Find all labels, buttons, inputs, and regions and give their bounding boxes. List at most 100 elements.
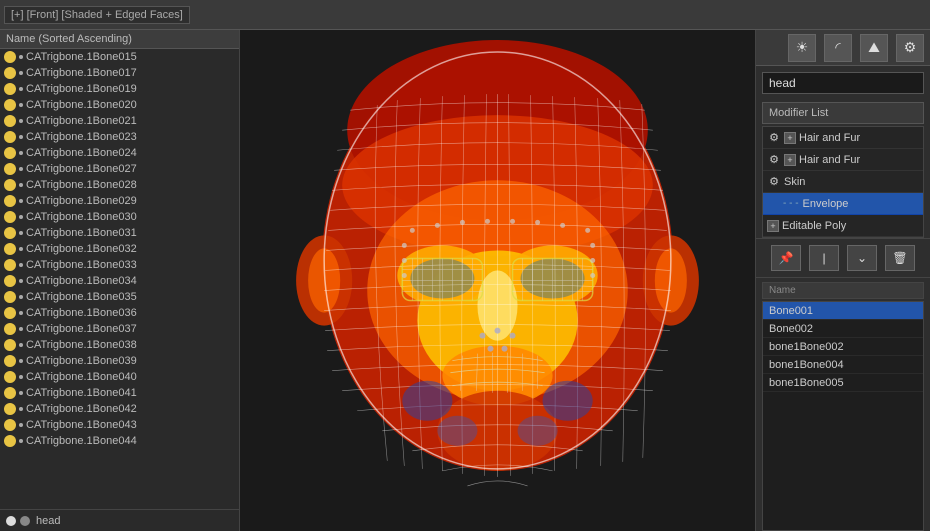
list-item[interactable]: CATrigbone.1Bone037 [0,321,239,337]
list-item[interactable]: CATrigbone.1Bone033 [0,257,239,273]
item-label: CATrigbone.1Bone033 [26,259,137,271]
list-item[interactable]: CATrigbone.1Bone024 [0,145,239,161]
item-dot [19,151,23,155]
item-label: CATrigbone.1Bone017 [26,67,137,79]
list-item[interactable]: CATrigbone.1Bone027 [0,161,239,177]
item-icon [4,99,16,111]
item-dot [19,439,23,443]
item-icon [4,147,16,159]
item-icon [4,179,16,191]
gear-icon-btn[interactable]: ⚙ [896,34,924,62]
list-item[interactable]: CATrigbone.1Bone020 [0,97,239,113]
item-dot [19,279,23,283]
modifier-item-hair-fur-2[interactable]: ⚙ + Hair and Fur [763,149,923,171]
scene-list[interactable]: CATrigbone.1Bone015 CATrigbone.1Bone017 CA… [0,49,239,509]
trash-btn[interactable]: 🗑 [885,245,915,271]
move-btn[interactable]: | [809,245,839,271]
bone-list-item[interactable]: bone1Bone004 [763,356,923,374]
item-dot [19,247,23,251]
item-label: CATrigbone.1Bone037 [26,323,137,335]
list-item[interactable]: CATrigbone.1Bone023 [0,129,239,145]
item-dot [19,135,23,139]
bone-list-item[interactable]: Bone002 [763,320,923,338]
item-dot [19,423,23,427]
viewport[interactable] [240,30,755,531]
object-name-input[interactable] [762,72,924,94]
bone-list-header: Name [762,282,924,299]
item-icon [4,83,16,95]
plus-btn-1[interactable]: + [784,132,796,144]
list-item[interactable]: CATrigbone.1Bone035 [0,289,239,305]
item-label: CATrigbone.1Bone035 [26,291,137,303]
item-icon [4,403,16,415]
list-item[interactable]: CATrigbone.1Bone015 [0,49,239,65]
bone-list-item[interactable]: bone1Bone002 [763,338,923,356]
gear-icon-mod1: ⚙ [767,131,781,145]
item-icon [4,371,16,383]
item-icon [4,355,16,367]
list-item[interactable]: CATrigbone.1Bone039 [0,353,239,369]
rotate-btn[interactable]: ⌄ [847,245,877,271]
modifier-item-editable-poly[interactable]: + Editable Poly [763,215,923,237]
item-label: CATrigbone.1Bone015 [26,51,137,63]
modifier-controls: 📌 | ⌄ 🗑 [756,238,930,278]
list-item[interactable]: CATrigbone.1Bone038 [0,337,239,353]
mountain-icon-btn[interactable]: ⛰ [860,34,888,62]
item-dot [19,407,23,411]
item-label: CATrigbone.1Bone023 [26,131,137,143]
modifier-item-skin[interactable]: ⚙ Skin [763,171,923,193]
dots-icon: - - - [783,198,799,209]
modifier-label-envelope: Envelope [803,198,849,210]
list-item[interactable]: CATrigbone.1Bone019 [0,81,239,97]
plus-btn-2[interactable]: + [784,154,796,166]
bone-label: Bone002 [769,323,813,335]
bone-list-item[interactable]: bone1Bone005 [763,374,923,392]
item-dot [19,263,23,267]
item-label: CATrigbone.1Bone029 [26,195,137,207]
item-dot [19,71,23,75]
viewport-mode-label[interactable]: [+] [Front] [Shaded + Edged Faces] [4,6,190,24]
bottom-status: head [0,509,239,531]
modifier-item-hair-fur-1[interactable]: ⚙ + Hair and Fur [763,127,923,149]
item-dot [19,311,23,315]
list-item[interactable]: CATrigbone.1Bone029 [0,193,239,209]
item-icon [4,211,16,223]
list-item[interactable]: CATrigbone.1Bone021 [0,113,239,129]
list-item[interactable]: CATrigbone.1Bone034 [0,273,239,289]
list-item[interactable]: CATrigbone.1Bone028 [0,177,239,193]
item-icon [4,419,16,431]
item-dot [19,87,23,91]
head-viewport [240,30,755,531]
bone-list[interactable]: Bone001 Bone002 bone1Bone002 bone1Bone004bo… [762,301,924,531]
status-icons [6,516,30,526]
modifier-list-dropdown[interactable]: Modifier List [762,102,924,124]
pin-btn[interactable]: 📌 [771,245,801,271]
sun-icon-btn[interactable]: ☀ [788,34,816,62]
status-name: head [36,515,60,527]
item-icon [4,275,16,287]
modifier-stack: ⚙ + Hair and Fur ⚙ + Hair and Fur ⚙ Skin… [762,126,924,238]
list-item[interactable]: CATrigbone.1Bone043 [0,417,239,433]
list-item[interactable]: CATrigbone.1Bone044 [0,433,239,449]
bone-list-item[interactable]: Bone001 [763,302,923,320]
item-icon [4,131,16,143]
list-item[interactable]: CATrigbone.1Bone032 [0,241,239,257]
arc-icon-btn[interactable]: ◜ [824,34,852,62]
item-dot [19,183,23,187]
plus-btn-poly[interactable]: + [767,220,779,232]
list-item[interactable]: CATrigbone.1Bone041 [0,385,239,401]
item-dot [19,199,23,203]
list-item[interactable]: CATrigbone.1Bone042 [0,401,239,417]
list-item[interactable]: CATrigbone.1Bone017 [0,65,239,81]
item-icon [4,259,16,271]
list-item[interactable]: CATrigbone.1Bone040 [0,369,239,385]
list-item[interactable]: CATrigbone.1Bone036 [0,305,239,321]
list-item[interactable]: CATrigbone.1Bone030 [0,209,239,225]
item-icon [4,227,16,239]
item-label: CATrigbone.1Bone020 [26,99,137,111]
modifier-item-envelope[interactable]: - - - Envelope [763,193,923,215]
item-dot [19,55,23,59]
list-item[interactable]: CATrigbone.1Bone031 [0,225,239,241]
bone-label: bone1Bone002 [769,341,844,353]
modifier-label-poly: Editable Poly [782,220,846,232]
